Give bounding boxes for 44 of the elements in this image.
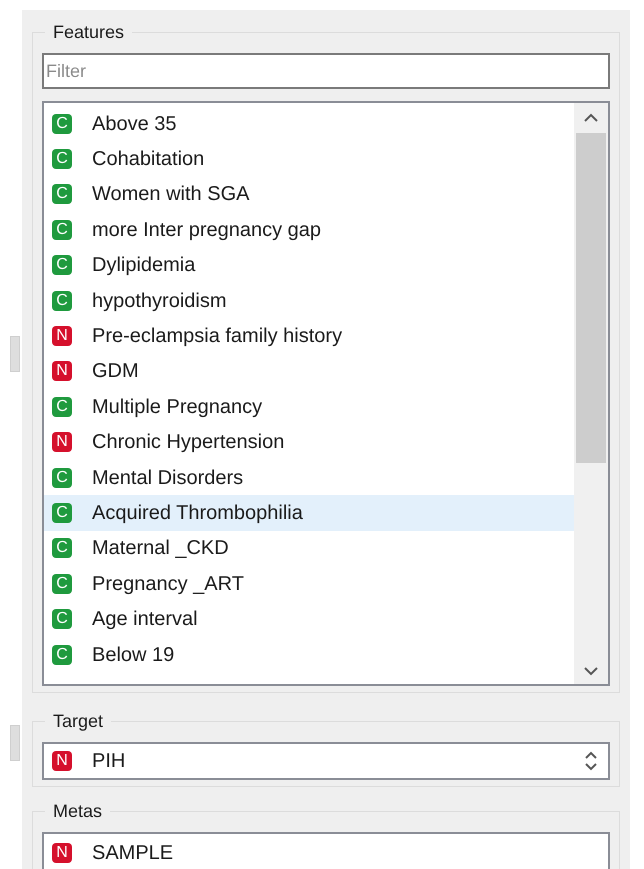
filter-field[interactable]: Filter <box>42 53 610 89</box>
target-combo-box[interactable]: N PIH <box>42 742 610 780</box>
scroll-up-icon[interactable] <box>584 113 598 123</box>
variable-type-icon: C <box>52 574 72 594</box>
feature-item[interactable]: C Dylipidemia <box>44 248 574 283</box>
variable-type-icon: C <box>52 468 72 488</box>
scrollbar[interactable] <box>574 103 608 684</box>
variable-type-icon: C <box>52 396 72 417</box>
variable-type-icon: C <box>52 114 72 134</box>
meta-item[interactable]: N SAMPLE <box>44 837 608 869</box>
splitter-handle[interactable] <box>10 725 20 761</box>
feature-item[interactable]: N Pre-eclampsia family history <box>44 318 574 354</box>
feature-item[interactable]: C Women with SGA <box>44 176 574 212</box>
variable-type-icon: C <box>52 609 72 630</box>
feature-item[interactable]: C Below 19 <box>44 636 574 672</box>
feature-item[interactable]: C Above 35 <box>44 106 574 142</box>
variable-type-icon: N <box>52 843 72 863</box>
variable-type-icon: N <box>52 326 72 346</box>
scrollbar-thumb[interactable] <box>576 133 606 463</box>
feature-item[interactable]: C Maternal _CKD <box>44 530 574 566</box>
feature-item[interactable]: C Multiple Pregnancy <box>44 389 574 425</box>
scroll-down-icon[interactable] <box>584 666 598 676</box>
variable-type-icon: C <box>52 502 72 523</box>
feature-item[interactable]: C Acquired Thrombophilia <box>44 495 574 531</box>
variable-type-icon: C <box>52 538 72 558</box>
spin-arrows-icon <box>584 749 598 773</box>
variable-type-icon: C <box>52 220 72 240</box>
feature-item[interactable]: C more Inter pregnancy gap <box>44 212 574 248</box>
feature-item[interactable]: C Mental Disorders <box>44 460 574 496</box>
variable-type-icon: C <box>52 149 72 170</box>
variable-type-icon: N <box>52 361 72 382</box>
variable-type-icon: N <box>52 432 72 452</box>
variable-type-icon: C <box>52 255 72 276</box>
feature-item[interactable]: C Pregnancy _ART <box>44 566 574 602</box>
variable-type-icon: C <box>52 644 72 665</box>
splitter-handle[interactable] <box>10 336 20 372</box>
feature-item[interactable]: N GDM <box>44 354 574 390</box>
variable-type-icon: C <box>52 290 72 311</box>
variable-type-icon: N <box>52 751 72 771</box>
feature-item[interactable]: C hypothyroidism <box>44 282 574 318</box>
variable-type-icon: C <box>52 184 72 204</box>
feature-item[interactable]: C Age interval <box>44 601 574 637</box>
feature-item[interactable]: N Chronic Hypertension <box>44 424 574 460</box>
feature-item[interactable]: C Cohabitation <box>44 141 574 177</box>
